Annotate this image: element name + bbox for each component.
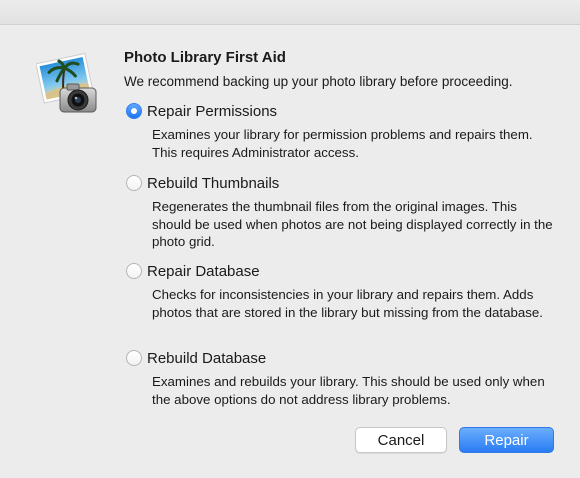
- repair-button[interactable]: Repair: [459, 427, 554, 453]
- option-label[interactable]: Rebuild Thumbnails: [147, 175, 279, 192]
- option-description: Checks for inconsistencies in your libra…: [152, 287, 543, 320]
- radio-repair-database[interactable]: Repair Database: [126, 260, 566, 282]
- radio-button[interactable]: [126, 175, 142, 191]
- option-repair-database: Repair Database Checks for inconsistenci…: [126, 260, 566, 321]
- option-description: Regenerates the thumbnail files from the…: [152, 199, 553, 249]
- radio-button[interactable]: [126, 350, 142, 366]
- photos-camera-icon: [35, 52, 102, 118]
- dialog-title: Photo Library First Aid: [124, 49, 286, 66]
- cancel-button[interactable]: Cancel: [355, 427, 447, 453]
- radio-rebuild-thumbnails[interactable]: Rebuild Thumbnails: [126, 172, 566, 194]
- first-aid-dialog: Photo Library First Aid We recommend bac…: [0, 0, 580, 478]
- option-label[interactable]: Repair Database: [147, 263, 260, 280]
- option-repair-permissions: Repair Permissions Examines your library…: [126, 100, 566, 161]
- radio-rebuild-database[interactable]: Rebuild Database: [126, 347, 566, 369]
- option-rebuild-thumbnails: Rebuild Thumbnails Regenerates the thumb…: [126, 172, 566, 251]
- option-label[interactable]: Repair Permissions: [147, 103, 277, 120]
- radio-repair-permissions[interactable]: Repair Permissions: [126, 100, 566, 122]
- radio-button[interactable]: [126, 263, 142, 279]
- option-description: Examines your library for permission pro…: [152, 127, 533, 160]
- dialog-subtitle: We recommend backing up your photo libra…: [124, 74, 513, 89]
- radio-button-selected[interactable]: [126, 103, 142, 119]
- window-titlebar[interactable]: [0, 0, 580, 25]
- option-description: Examines and rebuilds your library. This…: [152, 374, 545, 407]
- option-rebuild-database: Rebuild Database Examines and rebuilds y…: [126, 347, 566, 408]
- option-label[interactable]: Rebuild Database: [147, 350, 266, 367]
- dialog-header: Photo Library First Aid We recommend bac…: [124, 48, 564, 91]
